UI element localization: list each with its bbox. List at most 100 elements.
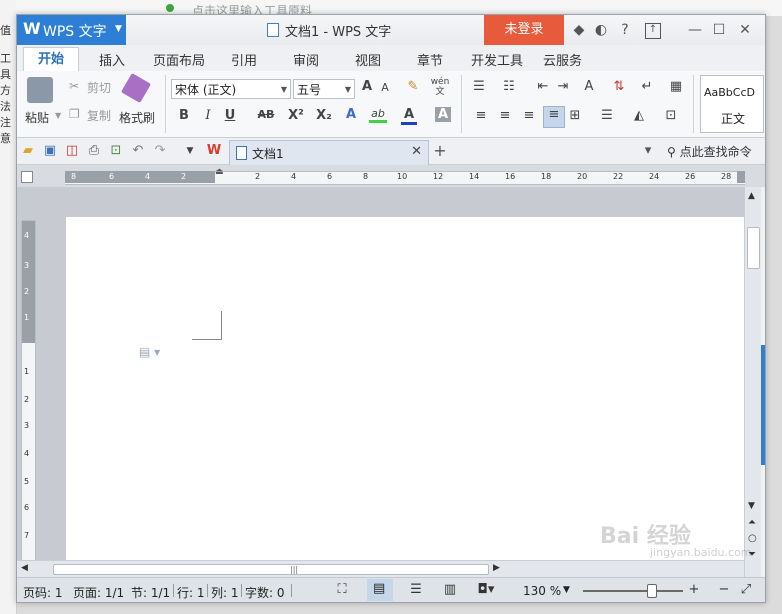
paste-options-icon[interactable]: ▤ ▾ (139, 345, 160, 359)
print-icon[interactable]: ⎙ (85, 142, 103, 160)
app-menu-button[interactable]: W WPS 文字 ▼ (17, 15, 126, 45)
tab-page-layout[interactable]: 页面布局 (153, 50, 205, 69)
tab-cloud[interactable]: 云服务 (543, 50, 582, 69)
format-painter-button[interactable]: 格式刷 (119, 109, 155, 126)
customize-toolbar-icon[interactable]: ▼ (181, 142, 199, 160)
eye-protect-icon[interactable]: ◘▾ (477, 581, 495, 599)
font-name-select[interactable]: 宋体 (正文) ▼ (171, 79, 291, 99)
scroll-up-icon[interactable]: ▲ (748, 191, 755, 201)
tab-view[interactable]: 视图 (355, 50, 381, 69)
bold-button[interactable]: B (177, 108, 191, 123)
grow-font-button[interactable]: A (359, 79, 375, 94)
restore-ribbon-icon[interactable]: ↑ (645, 23, 661, 39)
fit-page-icon[interactable]: ⤢ (737, 581, 755, 599)
tab-insert[interactable]: 插入 (99, 50, 125, 69)
tab-stop-selector[interactable] (21, 171, 33, 183)
align-right-icon[interactable]: ≡ (521, 108, 537, 123)
zoom-out-icon[interactable]: − (715, 581, 733, 599)
wps-home-icon[interactable]: W (205, 142, 223, 160)
show-marks-icon[interactable]: ↵ (639, 79, 655, 94)
print-preview-icon[interactable]: ⊡ (107, 142, 125, 160)
horizontal-scrollbar[interactable]: ◀ ||| ▶ (17, 560, 744, 577)
indent-marker-icon[interactable]: ⏏ (215, 167, 224, 177)
pin-icon[interactable]: ▾ (639, 142, 657, 160)
minimize-icon[interactable]: — (685, 20, 705, 40)
zoom-level[interactable]: 130 % (523, 584, 561, 598)
align-left-icon[interactable]: ≡ (473, 108, 489, 123)
outline-view-icon[interactable]: ☰ (407, 581, 425, 599)
tab-chapter[interactable]: 章节 (417, 50, 443, 69)
line-spacing-icon[interactable]: ☰ (597, 108, 617, 123)
scroll-thumb[interactable] (747, 227, 760, 269)
copy-button[interactable]: 复制 (87, 107, 111, 124)
clear-format-icon[interactable]: ✎ (405, 79, 421, 94)
tab-start[interactable]: 开始 (23, 47, 79, 72)
scroll-thumb[interactable]: ||| (53, 564, 489, 575)
chevron-down-icon[interactable]: ▼ (55, 111, 61, 120)
highlight-button[interactable]: ab (369, 107, 387, 123)
text-effect-button[interactable]: A (343, 107, 359, 122)
zoom-dropdown-icon[interactable]: ▼ (563, 585, 570, 595)
shading-icon[interactable]: ◭ (629, 108, 649, 123)
shield-icon[interactable]: ◆ (569, 20, 589, 40)
pinyin-button[interactable]: wén 文 (427, 77, 453, 97)
strikethrough-button[interactable]: AB (255, 108, 277, 121)
tab-review[interactable]: 审阅 (293, 50, 319, 69)
close-tab-icon[interactable]: ✕ (411, 144, 422, 159)
table-icon[interactable]: ▦ (667, 79, 685, 94)
save-icon[interactable]: ▣ (41, 142, 59, 160)
underline-button[interactable]: U (223, 108, 237, 123)
chinese-layout-icon[interactable]: A (579, 79, 599, 94)
undo-icon[interactable]: ↶ (129, 142, 147, 160)
shrink-font-button[interactable]: A (377, 81, 393, 94)
numbered-list-icon[interactable]: ☷ (499, 79, 519, 94)
superscript-button[interactable]: X² (285, 108, 307, 123)
new-tab-icon[interactable]: + (431, 142, 449, 160)
sort-icon[interactable]: ⇅ (611, 79, 627, 94)
vertical-scrollbar[interactable]: ▲ ▼ ⏶ ○ ⏷ (744, 187, 761, 579)
redo-icon[interactable]: ↷ (151, 142, 169, 160)
close-icon[interactable]: ✕ (735, 20, 755, 40)
style-gallery[interactable]: AaBbCcD 正文 (700, 75, 764, 133)
select-browse-object-icon[interactable]: ○ (748, 533, 757, 544)
page-view-button[interactable]: ▤ (367, 579, 393, 601)
status-words[interactable]: 字数: 0 (245, 584, 285, 601)
italic-button[interactable]: I (201, 108, 215, 123)
export-pdf-icon[interactable]: ◫ (63, 142, 81, 160)
align-center-icon[interactable]: ≡ (497, 108, 513, 123)
open-folder-icon[interactable]: ▰ (19, 142, 37, 160)
maximize-icon[interactable]: ☐ (709, 20, 729, 40)
horizontal-ruler[interactable]: 8 6 4 2 ⏏ 2 4 6 8 10 12 14 16 18 20 22 2… (17, 165, 765, 187)
char-shading-button[interactable]: A (435, 107, 451, 122)
zoom-slider-knob[interactable] (647, 584, 657, 598)
font-color-button[interactable]: A (401, 107, 417, 125)
distributed-align-icon[interactable]: ⊞ (567, 108, 583, 123)
document-tab[interactable]: 文档1 ✕ (229, 140, 429, 165)
login-button[interactable]: 未登录 (484, 15, 564, 45)
subscript-button[interactable]: X₂ (313, 108, 335, 123)
paste-icon[interactable] (27, 77, 53, 103)
vertical-ruler[interactable]: 4 3 2 1 1 2 3 4 5 6 7 8 (21, 220, 36, 579)
web-view-icon[interactable]: ▥ (441, 581, 459, 599)
help-button[interactable]: ? (615, 20, 635, 40)
font-size-select[interactable]: 五号 ▼ (293, 79, 355, 99)
full-screen-icon[interactable]: ⛶ (333, 581, 351, 599)
search-command[interactable]: ⚲ 点此查找命令 (667, 143, 752, 160)
scroll-left-icon[interactable]: ◀ (21, 563, 28, 573)
tab-references[interactable]: 引用 (231, 50, 257, 69)
border-icon[interactable]: ⊡ (661, 108, 681, 123)
tab-developer[interactable]: 开发工具 (471, 50, 523, 69)
decrease-indent-icon[interactable]: ⇤ (535, 79, 551, 94)
justify-icon[interactable]: ≡ (543, 106, 565, 128)
zoom-in-icon[interactable]: + (685, 581, 703, 599)
side-panel-handle[interactable] (761, 345, 765, 465)
cut-button[interactable]: 剪切 (87, 79, 111, 96)
zoom-slider[interactable] (583, 590, 683, 592)
paste-button[interactable]: 粘贴 (25, 109, 49, 126)
scroll-right-icon[interactable]: ▶ (493, 563, 500, 573)
skin-icon[interactable]: ◐ (591, 20, 611, 40)
increase-indent-icon[interactable]: ⇥ (555, 79, 571, 94)
prev-page-icon[interactable]: ⏶ (748, 517, 756, 528)
scroll-down-icon[interactable]: ▼ (748, 501, 755, 511)
bullet-list-icon[interactable]: ☰ (469, 79, 489, 94)
